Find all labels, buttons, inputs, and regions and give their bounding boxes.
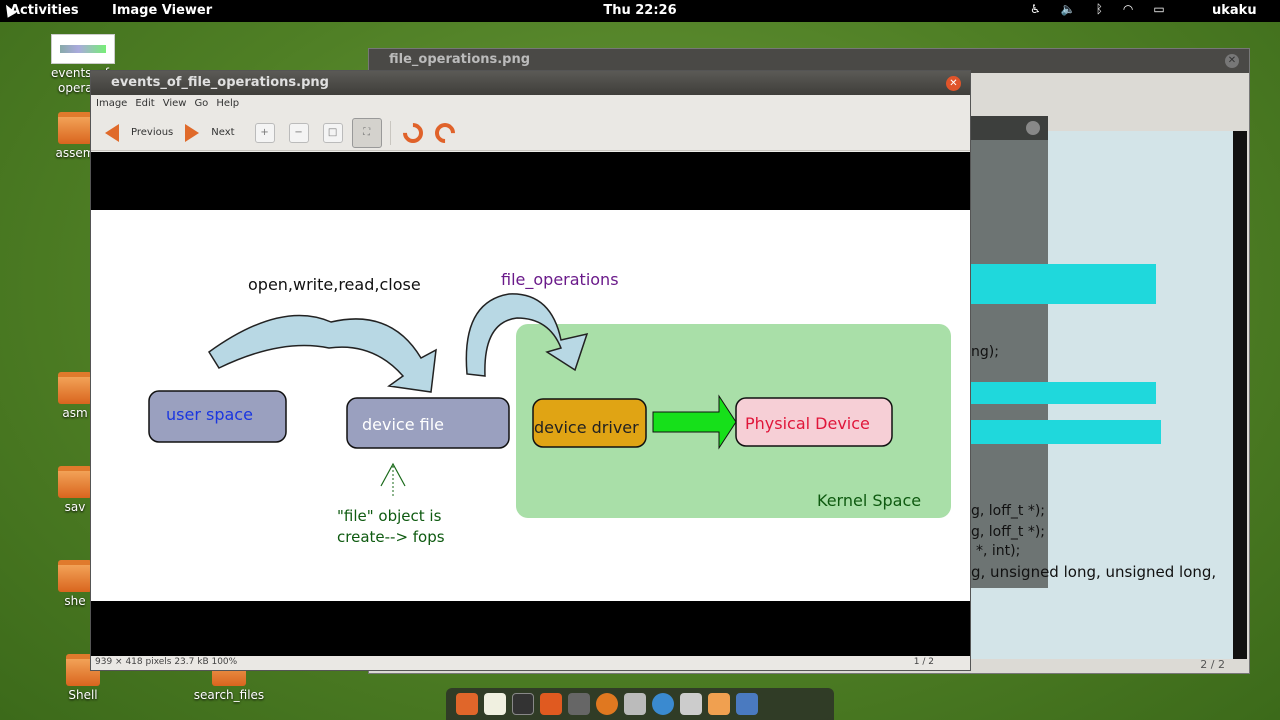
battery-icon[interactable]: ▭ [1153,2,1164,16]
code-line: g, unsigned long, unsigned long, [971,563,1217,581]
zoom-normal-icon[interactable]: □ [322,122,343,143]
folder-icon [58,112,92,144]
gimp-icon[interactable] [568,693,590,715]
ops-label: open,write,read,close [248,275,421,294]
activities-button[interactable]: Activities [10,3,79,18]
fops-label: file_operations [501,270,619,290]
next-button[interactable]: Next [179,119,240,147]
file-object-label-1: "file" object is [337,507,442,525]
previous-button[interactable]: Previous [99,119,179,147]
image-viewer-window[interactable]: events_of_file_operations.png ✕ Image Ed… [90,70,971,671]
calculator-icon[interactable] [624,693,646,715]
accessibility-icon[interactable]: ♿ [1030,2,1041,16]
software-center-icon[interactable] [540,693,562,715]
rotate-left-icon[interactable] [398,118,427,147]
zoom-in-icon[interactable]: + [254,122,275,143]
search-icon[interactable] [680,693,702,715]
page-indicator: 1 / 2 [913,657,934,667]
next-label: Next [211,127,235,138]
window-edge [1233,131,1247,659]
image-thumbnail-icon [51,34,115,64]
zoom-out-icon[interactable]: − [288,122,309,143]
highlight-bar [971,264,1156,304]
close-icon[interactable]: ✕ [946,76,961,91]
menu-image[interactable]: Image [96,98,127,112]
ubuntu-logo-icon[interactable] [456,693,478,715]
firefox-icon[interactable] [596,693,618,715]
page-indicator: 2 / 2 [1200,658,1225,671]
menu-help[interactable]: Help [216,98,239,112]
volume-icon[interactable]: 🔈 [1061,2,1076,16]
menu-edit[interactable]: Edit [135,98,154,112]
system-tray: ♿ 🔈 ᛒ ◠ ▭ [1030,2,1165,16]
file-object-label-2: create--> fops [337,528,445,546]
menu-view[interactable]: View [163,98,187,112]
arrow-left-icon [105,123,119,142]
arrow-right-icon [185,123,200,142]
user-menu[interactable]: ukaku [1212,3,1257,18]
highlight-bar [971,420,1161,444]
highlight-bar [971,382,1156,404]
code-line: *, int); [976,543,1021,559]
menu-bar: Image Edit View Go Help [91,95,970,115]
device-file-label: device file [362,415,444,434]
toolbar-separator [389,120,391,145]
kernel-space-label: Kernel Space [817,491,921,510]
user-space-label: user space [166,405,253,424]
device-driver-label: device driver [534,418,639,437]
toolbar: Previous Next + − □ ⛶ [91,115,970,151]
folder-icon [58,466,92,498]
dock [446,688,834,720]
desktop-icon-label: search_files [193,688,265,702]
wifi-icon[interactable]: ◠ [1123,2,1133,16]
diagram-svg: open,write,read,close file_operations us… [148,270,951,546]
code-line: ng); [971,344,999,360]
text-editor-icon[interactable] [484,693,506,715]
zoom-fit-icon[interactable]: ⛶ [351,117,382,148]
menu-go[interactable]: Go [194,98,208,112]
status-bar: 939 × 418 pixels 23.7 kB 100% 1 / 2 [91,656,970,670]
close-icon[interactable]: ✕ [1225,54,1239,68]
top-bar: Activities Image Viewer Thu 22:26 ♿ 🔈 ᛒ … [0,0,1280,22]
diagram-image: open,write,read,close file_operations us… [91,210,970,601]
files-icon[interactable] [708,693,730,715]
bluetooth-icon[interactable]: ᛒ [1096,2,1103,16]
close-icon[interactable] [1026,121,1040,135]
folder-icon [58,372,92,404]
app-menu[interactable]: Image Viewer [112,3,212,18]
previous-label: Previous [131,127,174,138]
image-info: 939 × 418 pixels 23.7 kB 100% [95,657,238,667]
image-view-area[interactable]: open,write,read,close file_operations us… [91,152,970,658]
curved-arrow-open-close [207,314,437,393]
sync-icon[interactable] [652,693,674,715]
settings-icon[interactable] [736,693,758,715]
physical-device-label: Physical Device [745,414,870,433]
window-title[interactable]: events_of_file_operations.png [91,71,970,95]
code-line: g, loff_t *); [971,503,1046,519]
code-line: g, loff_t *); [971,524,1046,540]
desktop-icon-label: Shell [68,688,98,702]
folder-icon [58,560,92,592]
rotate-right-icon[interactable] [430,118,459,147]
clock[interactable]: Thu 22:26 [600,3,680,18]
terminal-icon[interactable] [512,693,534,715]
